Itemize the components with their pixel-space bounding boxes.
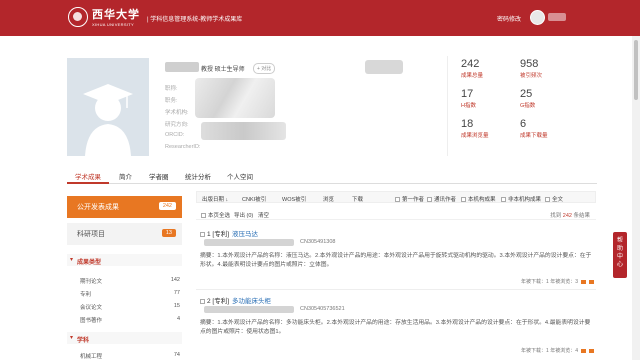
result-title: 1 [专利] 液压马达 (200, 228, 258, 238)
tab-intro[interactable]: 简介 (119, 171, 132, 181)
profile-tabs: 学术成果 简介 学者圈 统计分析 个人空间 (67, 168, 597, 184)
stats-panel: 242 成果总量 958 被引频次 17 H指数 25 G指数 18 成果浏览量 6 成果下… (447, 56, 597, 156)
tab-personal-space[interactable]: 个人空间 (227, 171, 253, 181)
select-page-checkbox[interactable]: 本页全选 (201, 211, 230, 219)
author-redacted (204, 239, 294, 246)
projects-count-badge: 13 (161, 229, 176, 237)
brand-name[interactable]: 西华大学 (92, 6, 140, 22)
result-checkbox[interactable] (200, 232, 205, 237)
published-count-badge: 242 (158, 202, 176, 210)
help-center-tab[interactable]: 帮助中心 (613, 232, 627, 278)
filter-this-inst[interactable]: 本机构成果 (461, 195, 496, 203)
brand-subtitle: XIHUA UNIVERSITY (92, 22, 134, 27)
university-logo-icon[interactable] (68, 7, 88, 27)
sort-cnki[interactable]: CNKI被引 (242, 195, 266, 203)
tab-statistics[interactable]: 统计分析 (185, 171, 211, 181)
scrollbar-thumb[interactable] (634, 40, 638, 100)
label-orcid: ORCID: (165, 132, 185, 138)
clear-button[interactable]: 清空 (258, 211, 269, 219)
user-name-redacted[interactable] (548, 13, 566, 21)
sidebar-item-projects[interactable]: 科研项目 13 (67, 223, 182, 245)
profile-title: 教授 硕士生导师 (201, 67, 245, 73)
filter-item-journal[interactable]: 期刊论文 142 (80, 277, 180, 285)
result-meta: 年被下载：1 年被浏览：3 (521, 278, 594, 285)
sort-publish-date[interactable]: 出版日期 ↓ (202, 195, 228, 203)
stat-total[interactable]: 242 成果总量 (461, 58, 521, 79)
filter-item-conference[interactable]: 会议论文 15 (80, 303, 180, 311)
stat-citations[interactable]: 958 被引频次 (520, 58, 580, 79)
selection-row: 本页全选 导出 (0) 清空 找到 242 条结果 (196, 208, 596, 220)
active-tab-indicator (67, 182, 109, 184)
group-header-type[interactable]: 成果类型 (67, 254, 182, 266)
label-researcherid: ResearcherID: (165, 144, 201, 150)
stat-g-index[interactable]: 25 G指数 (520, 88, 580, 109)
profile-info: 教授 硕士生导师 + 对比 职称: 职务: 学术机构: 研究方向: ORCID:… (165, 60, 435, 160)
profile-qr-redacted (365, 60, 403, 74)
favorite-icon (589, 349, 594, 353)
result-title-link[interactable]: 液压马达 (232, 231, 258, 238)
stat-h-index[interactable]: 17 H指数 (461, 88, 521, 109)
filter-fulltext[interactable]: 全文 (545, 195, 563, 203)
result-checkbox[interactable] (200, 299, 205, 304)
stat-downloads[interactable]: 6 成果下载量 (520, 118, 580, 139)
label-research: 研究方向: (165, 122, 189, 128)
compare-tag-button[interactable]: + 对比 (253, 63, 276, 74)
result-item: 1 [专利] 液压马达 CN305491308 摘要：1.本外观设计产品的名称：液… (200, 228, 596, 286)
page-scrollbar[interactable] (632, 36, 640, 360)
tab-scholar-circle[interactable]: 学者圈 (149, 171, 169, 181)
stat-views[interactable]: 18 成果浏览量 (461, 118, 521, 139)
profile-photo (67, 58, 149, 156)
patent-number: CN305491308 (300, 239, 336, 245)
result-abstract: 摘要：1.本外观设计产品的名称：多功能床头柜。2.本外观设计产品的用途：存放生活… (200, 320, 591, 335)
sort-toolbar: 出版日期 ↓ CNKI被引 WOS被引 浏览 下载 第一作者 通讯作者 本机构成… (196, 191, 596, 203)
divider (196, 289, 596, 290)
result-title: 2 [专利] 多功能床头柜 (200, 295, 271, 305)
label-institution: 学术机构: (165, 110, 189, 116)
sidebar-item-published[interactable]: 公开发表成果 242 (67, 196, 182, 218)
filter-first-author[interactable]: 第一作者 (395, 195, 424, 203)
author-redacted (204, 306, 294, 313)
filter-other-inst[interactable]: 非本机构成果 (501, 195, 541, 203)
filter-item-book[interactable]: 图书著作 4 (80, 316, 180, 324)
sort-arrow-icon: ↓ (225, 197, 229, 203)
group-header-discipline[interactable]: 学科 (67, 332, 182, 344)
favorite-icon (589, 280, 594, 284)
sort-wos[interactable]: WOS被引 (282, 195, 306, 203)
result-meta: 年被下载：1 年被浏览：4 (521, 347, 594, 354)
label-position: 职务: (165, 98, 178, 104)
user-avatar[interactable] (530, 10, 545, 25)
profile-name-redacted (165, 62, 199, 72)
result-abstract: 摘要：1.本外观设计产品的名称：液压马达。2.本外观设计产品的用途：本外观设计产… (200, 253, 592, 268)
change-password-link[interactable]: 密码修改 (497, 14, 521, 23)
filter-corresponding[interactable]: 通讯作者 (427, 195, 456, 203)
filter-item-patent[interactable]: 专利 77 (80, 290, 180, 298)
top-header-bar: 西华大学 XIHUA UNIVERSITY | 学科信息管理系统-教师学术成果库… (0, 0, 640, 36)
sort-downloads[interactable]: 下载 (352, 195, 363, 203)
result-item: 2 [专利] 多功能床头柜 CN305405736521 摘要：1.本外观设计产品… (200, 295, 596, 354)
export-button[interactable]: 导出 (0) (234, 211, 253, 219)
label-rank: 职称: (165, 86, 178, 92)
download-icon (581, 349, 586, 353)
sort-views[interactable]: 浏览 (323, 195, 334, 203)
patent-number: CN305405736521 (300, 306, 345, 312)
tab-achievements[interactable]: 学术成果 (75, 171, 101, 181)
profile-details-redacted (195, 78, 275, 118)
research-area-redacted (201, 122, 286, 140)
system-title: | 学科信息管理系统-教师学术成果库 (147, 17, 243, 23)
filter-item-mechanical[interactable]: 机械工程 74 (80, 352, 180, 360)
download-icon (581, 280, 586, 284)
result-title-link[interactable]: 多功能床头柜 (232, 298, 271, 305)
result-count: 找到 242 条结果 (550, 213, 590, 219)
